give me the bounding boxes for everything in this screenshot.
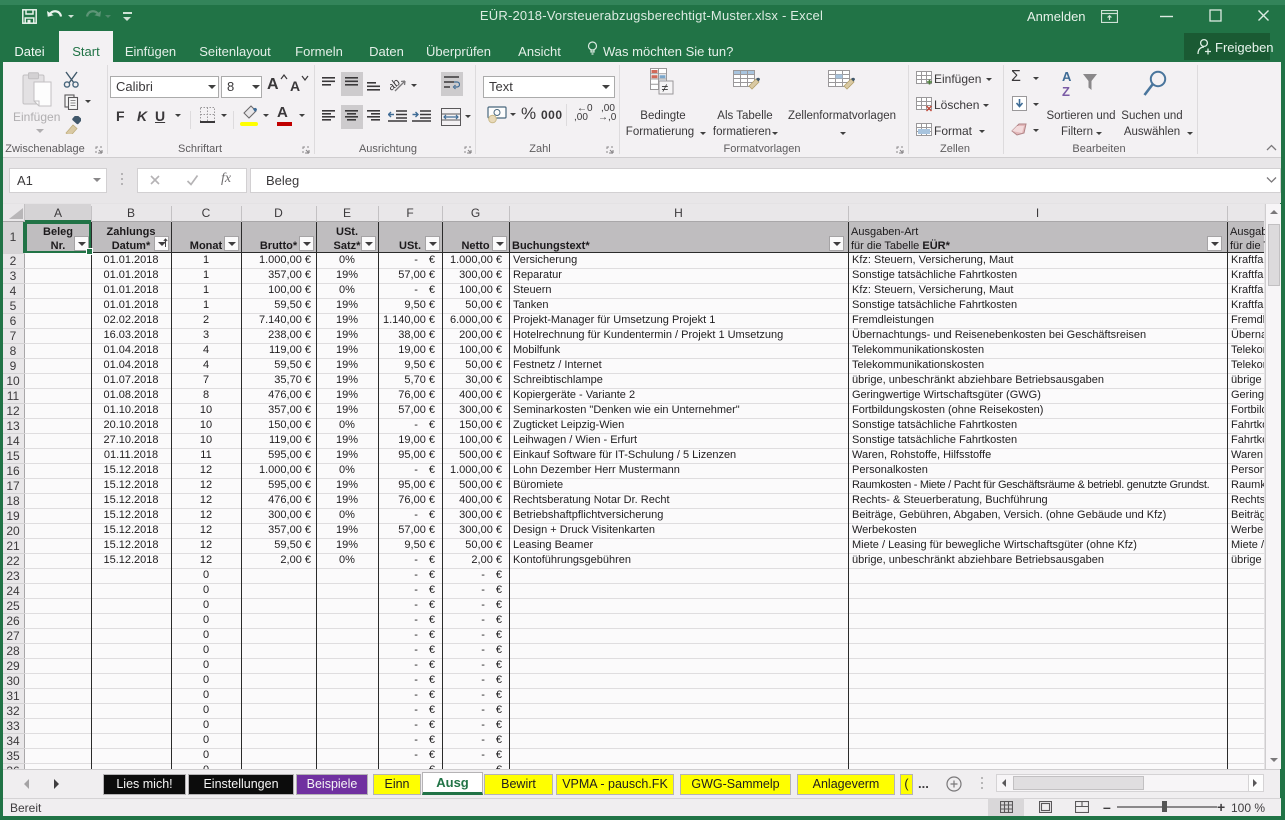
svg-text:≠: ≠ [662, 81, 669, 95]
svg-text:Z: Z [1062, 84, 1070, 99]
svg-text:A: A [1062, 69, 1072, 84]
